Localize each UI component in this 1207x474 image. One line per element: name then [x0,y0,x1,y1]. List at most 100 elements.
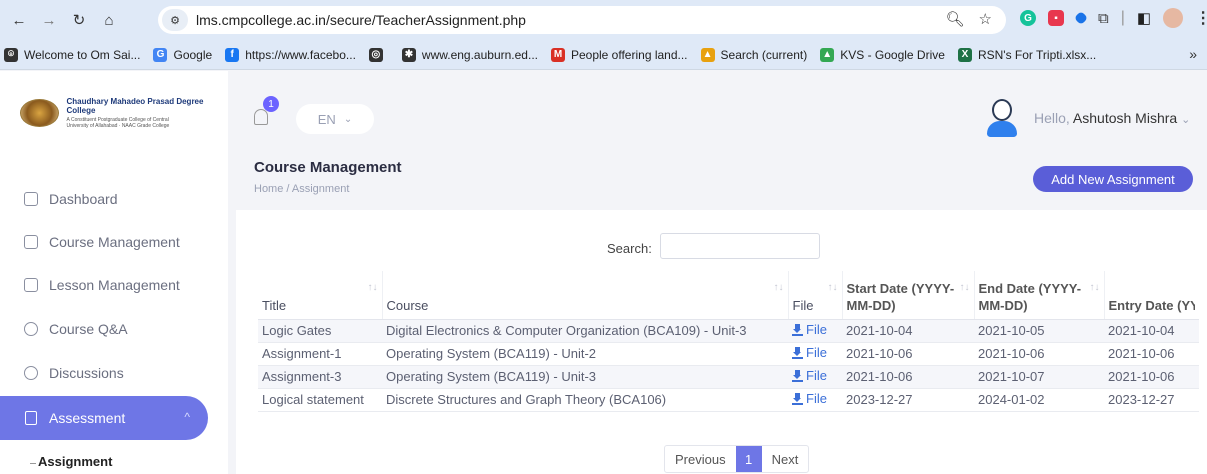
user-avatar-icon[interactable] [985,99,1019,139]
file-download-link[interactable]: File [792,322,827,337]
chat-bubble-icon [24,366,38,380]
add-new-assignment-button[interactable]: Add New Assignment [1033,166,1193,192]
zoom-icon[interactable]: 🔍︎ [946,10,965,28]
table-row: Assignment-1 Operating System (BCA119) - … [258,342,1199,366]
column-header-course[interactable]: Course ↑↓ [382,271,789,320]
cell-file: File [788,365,842,389]
file-link-label: File [806,345,827,361]
cell-title: Assignment-3 [258,365,382,389]
cell-start-date: 2021-10-04 [842,319,974,343]
bookmark-star-icon[interactable]: ☆ [979,10,992,28]
table-row: Logic Gates Digital Electronics & Compute… [258,319,1199,343]
back-icon[interactable]: ← [8,9,30,31]
chevron-up-icon: ^ [184,410,190,424]
sidebar-item-lesson-management[interactable]: Lesson Management [24,277,180,293]
address-bar[interactable]: ⚙ lms.cmpcollege.ac.in/secure/TeacherAss… [158,6,1006,34]
pagination-page-1[interactable]: 1 [735,446,762,472]
reload-icon[interactable]: ↻ [68,9,90,31]
download-icon [792,369,803,382]
sidebar-item-label: Course Q&A [49,321,128,337]
cell-entry-date: 2021-10-04 [1104,319,1199,343]
bookmark-label: www.eng.auburn.ed... [421,47,538,62]
cell-end-date: 2021-10-06 [974,342,1104,366]
column-header-end-date[interactable]: End Date (YYYY-MM-DD) ↑↓ [974,271,1105,320]
search-label: Search: [607,241,652,256]
bell-icon[interactable] [254,109,268,125]
cell-course: Operating System (BCA119) - Unit-3 [382,365,788,389]
sidepanel-icon[interactable]: ◧ [1137,9,1151,27]
college-logo[interactable]: Chaudhary Mahadeo Prasad Degree College … [20,97,228,129]
file-download-link[interactable]: File [792,345,827,360]
column-header-file[interactable]: File ↑↓ [788,271,843,320]
bookmarks-bar: ⌾ Welcome to Om Sai... G Google f https://www… [0,40,1207,70]
search-input[interactable] [660,233,820,259]
sidebar-item-label: Course Management [49,234,180,250]
extension-icon[interactable]: ▪ [1048,10,1064,26]
submenu-marker [30,463,36,464]
breadcrumb[interactable]: Home / Assignment [254,183,349,195]
file-download-link[interactable]: File [792,368,827,383]
download-icon [792,346,803,359]
page-title: Course Management [254,159,402,176]
cell-start-date: 2023-12-27 [842,388,974,412]
site-info-icon[interactable]: ⚙ [162,9,188,31]
bookmark-item[interactable]: G Google [153,47,213,62]
cell-entry-date: 2023-12-27 [1104,388,1199,412]
sidebar-item-assessment[interactable]: Assessment ^ [0,396,208,440]
cell-course: Operating System (BCA119) - Unit-2 [382,342,788,366]
cell-course: Discrete Structures and Graph Theory (BC… [382,388,788,412]
bookmark-item[interactable]: ⌾ Welcome to Om Sai... [4,47,140,62]
user-menu[interactable]: Hello, Ashutosh Mishra ⌄ [1034,110,1190,126]
bookmark-item[interactable]: ✱ www.eng.auburn.ed... [401,47,538,62]
bookmark-item[interactable]: f https://www.facebo... [225,47,356,62]
sidebar-item-dashboard[interactable]: Dashboard [24,191,118,207]
pagination-previous[interactable]: Previous [665,446,736,472]
profile-avatar-icon[interactable] [1163,8,1184,28]
column-header-entry-date[interactable]: Entry Date (YYYY-MM-D [1104,271,1199,320]
cell-title: Assignment-1 [258,342,382,366]
url-text[interactable]: lms.cmpcollege.ac.in/secure/TeacherAssig… [196,12,526,28]
bookmark-item[interactable]: X RSN's For Tripti.xlsx... [957,47,1097,62]
table-row: Assignment-3 Operating System (BCA119) - … [258,365,1199,389]
column-header-start-date[interactable]: Start Date (YYYY-MM-DD) ↑↓ [842,271,975,320]
book-icon [24,235,38,249]
bookmark-label: RSN's For Tripti.xlsx... [977,47,1097,62]
bookmark-item[interactable]: ◎ [368,47,389,62]
college-name: Chaudhary Mahadeo Prasad Degree College [66,97,204,115]
help-circle-icon [24,322,38,336]
sidebar-subitem-assignment[interactable]: Assignment [38,454,112,469]
greeting-text: Hello, [1034,110,1070,126]
assignment-card: Search: Title ↑↓ Course ↑↓ File ↑↓ Start Da… [236,210,1207,474]
sidebar: Chaudhary Mahadeo Prasad Degree College … [0,71,228,474]
home-icon[interactable]: ⌂ [98,9,120,31]
file-link-label: File [806,322,827,338]
cell-file: File [788,342,842,366]
bookmark-item[interactable]: M People offering land... [550,47,688,62]
column-header-title[interactable]: Title ↑↓ [258,271,383,320]
table-row: Logical statement Discrete Structures and… [258,388,1199,412]
college-emblem-icon [20,99,59,127]
bookmark-item[interactable]: ▲ Search (current) [700,47,807,62]
sidebar-item-course-management[interactable]: Course Management [24,234,180,250]
bookmarks-overflow-icon[interactable]: » [1189,46,1197,62]
language-select[interactable]: EN ⌄ [296,104,374,134]
file-download-link[interactable]: File [792,391,827,406]
bookmark-favicon-icon: ◎ [368,47,383,62]
extension-icon[interactable] [1073,10,1089,26]
sort-icon: ↑↓ [367,282,378,293]
pagination-next[interactable]: Next [762,446,809,472]
extensions-puzzle-icon[interactable]: ⧉ [1098,10,1109,27]
bookmark-favicon-icon: f [225,47,240,62]
forward-icon[interactable]: → [38,9,60,31]
language-value: EN [317,111,336,127]
cell-entry-date: 2021-10-06 [1104,365,1199,389]
sidebar-item-course-qa[interactable]: Course Q&A [24,321,128,337]
menu-kebab-icon[interactable]: ⋮ [1195,8,1207,28]
bookmark-label: Google [173,47,213,62]
sidebar-item-discussions[interactable]: Discussions [24,365,124,381]
sidebar-item-label: Discussions [49,365,124,381]
grammarly-extension-icon[interactable]: G [1020,10,1036,26]
cell-title: Logic Gates [258,319,382,343]
bookmark-item[interactable]: ▲ KVS - Google Drive [820,47,945,62]
bookmark-label: People offering land... [570,47,688,62]
